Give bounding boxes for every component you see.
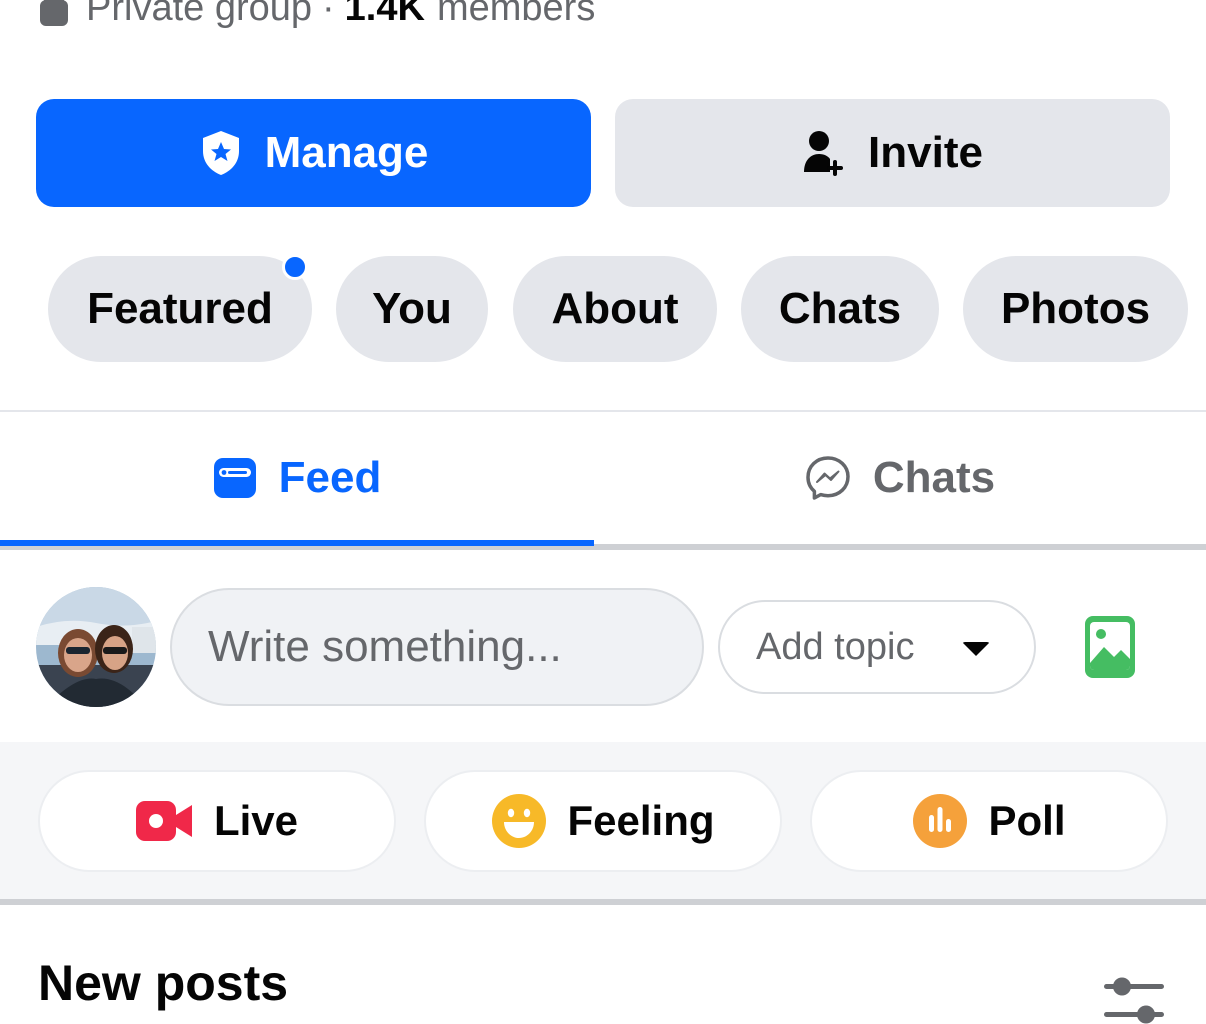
tab-chats[interactable]: Chats: [594, 412, 1206, 544]
avatar[interactable]: [36, 587, 156, 707]
composer-placeholder: Write something...: [208, 622, 562, 671]
group-meta: Private group · 1.4K members: [40, 0, 596, 29]
poll-button[interactable]: Poll: [810, 770, 1168, 872]
chip-photos[interactable]: Photos: [963, 256, 1188, 362]
chip-you[interactable]: You: [336, 256, 488, 362]
member-count: 1.4K: [344, 0, 425, 29]
person-add-icon: [802, 130, 846, 176]
messenger-icon: [805, 455, 851, 501]
chip-label: Photos: [1000, 284, 1151, 333]
tab-feed-label: Feed: [278, 453, 382, 502]
chip-chats[interactable]: Chats: [741, 256, 939, 362]
topic-label: Add topic: [756, 625, 915, 668]
chip-label: You: [372, 284, 452, 333]
photo-icon[interactable]: [1084, 615, 1136, 679]
invite-label: Invite: [868, 128, 983, 177]
chip-label: About: [551, 284, 679, 333]
video-camera-icon: [135, 799, 194, 843]
shield-star-icon: [199, 129, 243, 177]
invite-button[interactable]: Invite: [615, 99, 1170, 207]
live-label: Live: [213, 797, 299, 844]
manage-label: Manage: [264, 128, 429, 177]
tab-feed[interactable]: Feed: [0, 412, 594, 544]
notification-dot: [282, 254, 308, 280]
add-topic-dropdown[interactable]: Add topic: [718, 600, 1036, 694]
group-privacy: Private group: [86, 0, 313, 29]
chip-label: Chats: [778, 284, 902, 333]
feeling-label: Feeling: [567, 797, 715, 844]
live-button[interactable]: Live: [38, 770, 396, 872]
poll-label: Poll: [988, 797, 1066, 844]
chip-about[interactable]: About: [513, 256, 717, 362]
feed-icon: [213, 457, 257, 499]
divider: [0, 899, 1206, 905]
section-title: New posts: [38, 955, 289, 1011]
chevron-down-icon: [962, 642, 990, 656]
member-label: members: [436, 0, 596, 29]
chip-label: Featured: [87, 284, 273, 333]
chip-featured[interactable]: Featured: [48, 254, 312, 362]
active-tab-indicator: [0, 540, 594, 546]
lock-icon: [40, 0, 68, 28]
poll-icon: [912, 793, 968, 849]
write-something-input[interactable]: Write something...: [170, 588, 704, 706]
smiley-icon: [491, 793, 547, 849]
meta-separator: ·: [322, 0, 335, 29]
sliders-icon[interactable]: [1102, 976, 1166, 1024]
manage-button[interactable]: Manage: [36, 99, 591, 207]
feeling-button[interactable]: Feeling: [424, 770, 782, 872]
tab-chats-label: Chats: [872, 453, 996, 502]
